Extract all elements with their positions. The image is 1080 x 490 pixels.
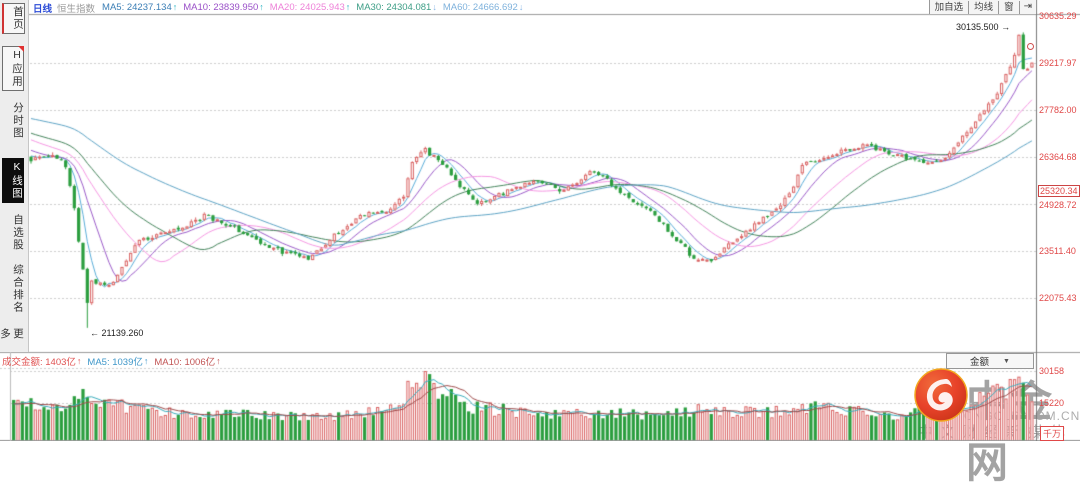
low-price-annotation: ← 21139.260 bbox=[90, 328, 144, 338]
volume-info-bar: 成交金额: 1403亿 ↑ MA5: 1039亿 ↑ MA10: 1006亿 ↑ bbox=[2, 354, 227, 368]
ma-toggle-button[interactable]: 均线 bbox=[969, 0, 1000, 14]
ma-value-ma30: MA30: 24304.081 bbox=[356, 2, 432, 13]
trend-arrow-icon: ↑ bbox=[216, 355, 221, 366]
app-window: 中金网 CNGOLD.COM.CN 中文财经新媒体 首页H应用分时图K线图自选股… bbox=[0, 0, 1080, 486]
trend-arrow-icon: ↑ bbox=[143, 355, 149, 366]
vol-turnover: 成交金额: 1403亿 bbox=[2, 356, 76, 368]
arrow-left-icon: ← bbox=[90, 328, 99, 338]
volume-axis-label: 15220 bbox=[1039, 398, 1065, 408]
volume-axis-label: 30158 bbox=[1039, 366, 1065, 376]
sidebar-item-label: 更多 bbox=[0, 328, 24, 341]
trend-arrow-icon: ↑ bbox=[172, 2, 178, 12]
sidebar-item-综合排名[interactable]: 综合排名 bbox=[2, 262, 24, 316]
price-axis-label: 24928.72 bbox=[1039, 200, 1077, 210]
sidebar-item-label: K线图 bbox=[11, 161, 23, 200]
sidebar-item-label: H应用 bbox=[11, 49, 23, 88]
price-axis-label: 23511.40 bbox=[1039, 246, 1076, 256]
price-axis-label: 26364.68 bbox=[1039, 152, 1077, 162]
chevron-down-icon: ▼ bbox=[1003, 357, 1010, 365]
vol-vma5: MA5: 1039亿 bbox=[87, 356, 143, 368]
period-label[interactable]: 日线 bbox=[33, 1, 52, 15]
last-price-marker bbox=[1027, 43, 1034, 50]
ma-value-ma5: MA5: 24237.134 bbox=[102, 2, 172, 13]
new-badge-icon bbox=[18, 46, 24, 52]
sidebar-item-K线图[interactable]: K线图 bbox=[2, 158, 24, 203]
header-buttons: 加自选 均线窗 ⇥ bbox=[928, 0, 1036, 14]
sidebar: 首页 H应用分时图 K线图自选股综合排名更多 bbox=[0, 0, 29, 352]
trend-arrow-icon: ↓ bbox=[432, 2, 437, 12]
price-axis-label: 30635.29 bbox=[1039, 11, 1077, 21]
sidebar-item-H应用[interactable]: H应用 bbox=[2, 46, 24, 91]
sidebar-item-更多[interactable]: 更多 bbox=[0, 326, 24, 352]
ma-values: MA5: 24237.134↑ MA10: 23839.950↑ MA20: 240… bbox=[102, 2, 529, 13]
add-watchlist-button[interactable]: 加自选 bbox=[930, 0, 970, 14]
sidebar-item-label: 分时图 bbox=[12, 102, 24, 140]
window-button[interactable]: 窗 bbox=[999, 0, 1020, 14]
volume-unit-label: 千万 bbox=[1040, 426, 1065, 441]
trend-arrow-icon: ↑ bbox=[76, 355, 82, 366]
cngold-logo-icon bbox=[914, 368, 968, 422]
ma-value-ma20: MA20: 24025.943 bbox=[269, 2, 345, 13]
high-price-annotation: 30135.500 → bbox=[956, 22, 1011, 32]
vol-vma10: MA10: 1006亿 bbox=[154, 356, 216, 368]
price-axis-label: 27782.00 bbox=[1039, 105, 1077, 115]
trend-arrow-icon: ↓ bbox=[518, 2, 524, 12]
chart-info-bar: 日线 恒生指数 MA5: 24237.134↑ MA10: 23839.950↑ M… bbox=[33, 1, 529, 15]
price-axis-label: 22075.43 bbox=[1039, 293, 1077, 303]
trend-arrow-icon: ↑ bbox=[259, 2, 264, 12]
symbol-name: 恒生指数 bbox=[57, 3, 96, 15]
trend-arrow-icon: ↑ bbox=[345, 2, 351, 12]
sidebar-item-首页[interactable]: 首页 bbox=[2, 3, 25, 34]
sidebar-item-label: 自选股 bbox=[12, 214, 24, 252]
sidebar-item-label: 综合排名 bbox=[12, 264, 24, 314]
ma-value-ma10: MA10: 23839.950 bbox=[183, 2, 259, 13]
sidebar-item-label: 首页 bbox=[12, 6, 24, 31]
amount-dropdown[interactable]: 金额 ▼ bbox=[946, 353, 1034, 369]
ma-value-ma60: MA60: 24666.692 bbox=[442, 2, 518, 13]
collapse-panel-icon[interactable]: ⇥ bbox=[1020, 1, 1036, 14]
arrow-right-icon: → bbox=[1001, 22, 1011, 32]
sidebar-item-分时图[interactable]: 分时图 bbox=[2, 100, 24, 142]
price-axis-label: 29217.97 bbox=[1039, 58, 1077, 68]
price-axis-label: 25320.34 bbox=[1038, 185, 1080, 197]
sidebar-item-自选股[interactable]: 自选股 bbox=[2, 212, 24, 254]
